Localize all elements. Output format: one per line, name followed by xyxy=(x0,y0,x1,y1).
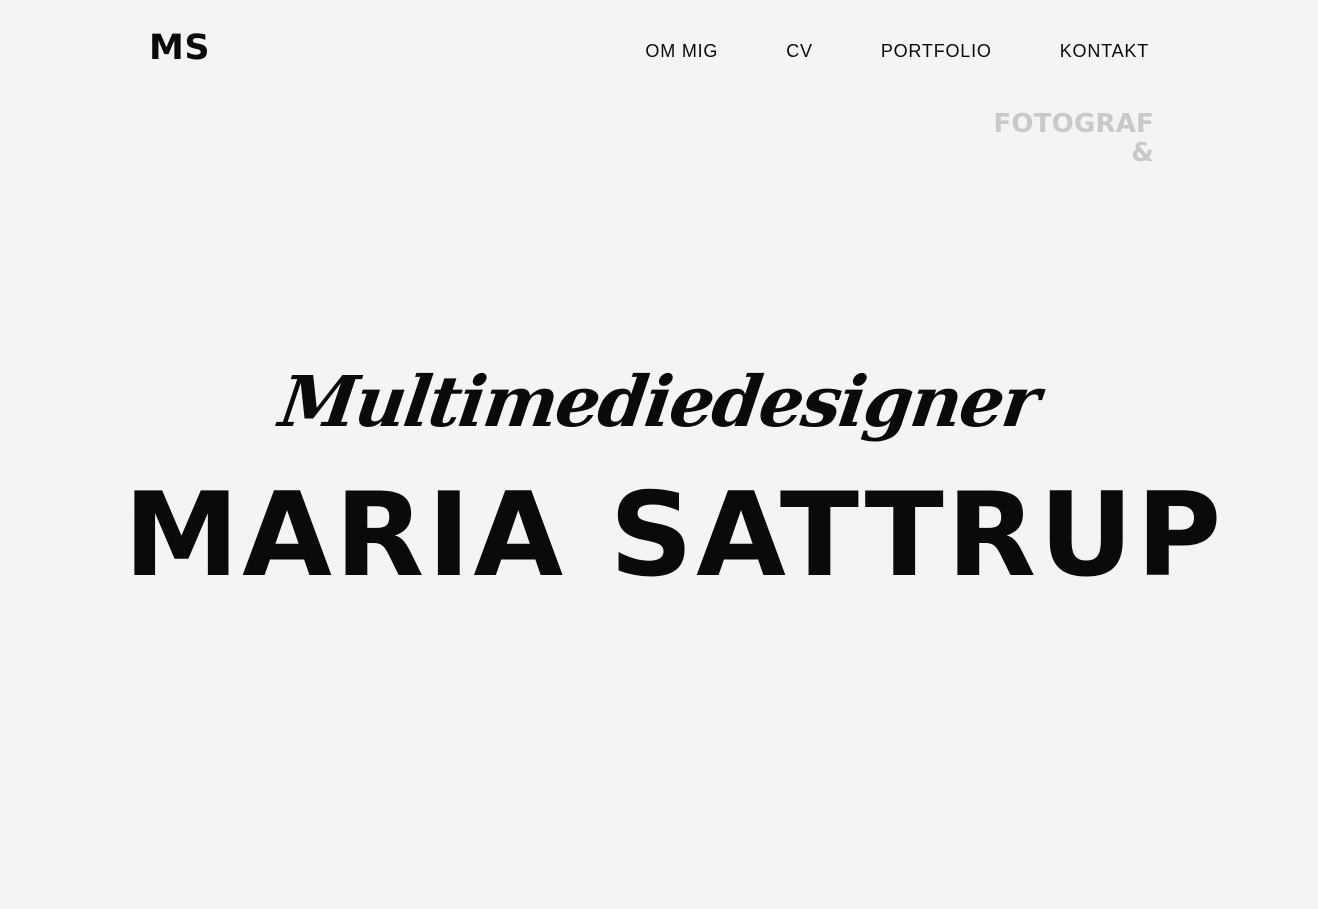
logo[interactable]: MS xyxy=(149,28,210,68)
nav-item-cv: CV xyxy=(786,40,813,62)
nav-item-kontakt: KONTAKT xyxy=(1060,40,1149,62)
nav-item-om-mig: OM MIG xyxy=(645,40,718,62)
hero-script-title: Multimediedesigner xyxy=(274,360,1044,443)
tagline-line-2: & xyxy=(1131,138,1154,168)
tagline: FOTOGRAF & xyxy=(993,110,1154,168)
nav-item-portfolio: PORTFOLIO xyxy=(881,40,992,62)
nav-link-cv[interactable]: CV xyxy=(786,41,813,61)
nav-link-kontakt[interactable]: KONTAKT xyxy=(1060,41,1149,61)
nav-link-portfolio[interactable]: PORTFOLIO xyxy=(881,41,992,61)
page: MS OM MIG CV PORTFOLIO KONTAKT FOTOGRAF … xyxy=(0,0,1318,909)
nav-link-om-mig[interactable]: OM MIG xyxy=(645,41,718,61)
main-nav: OM MIG CV PORTFOLIO KONTAKT xyxy=(645,40,1149,62)
hero-name: MARIA SATTRUP xyxy=(123,468,1225,603)
tagline-line-1: FOTOGRAF xyxy=(993,109,1154,139)
